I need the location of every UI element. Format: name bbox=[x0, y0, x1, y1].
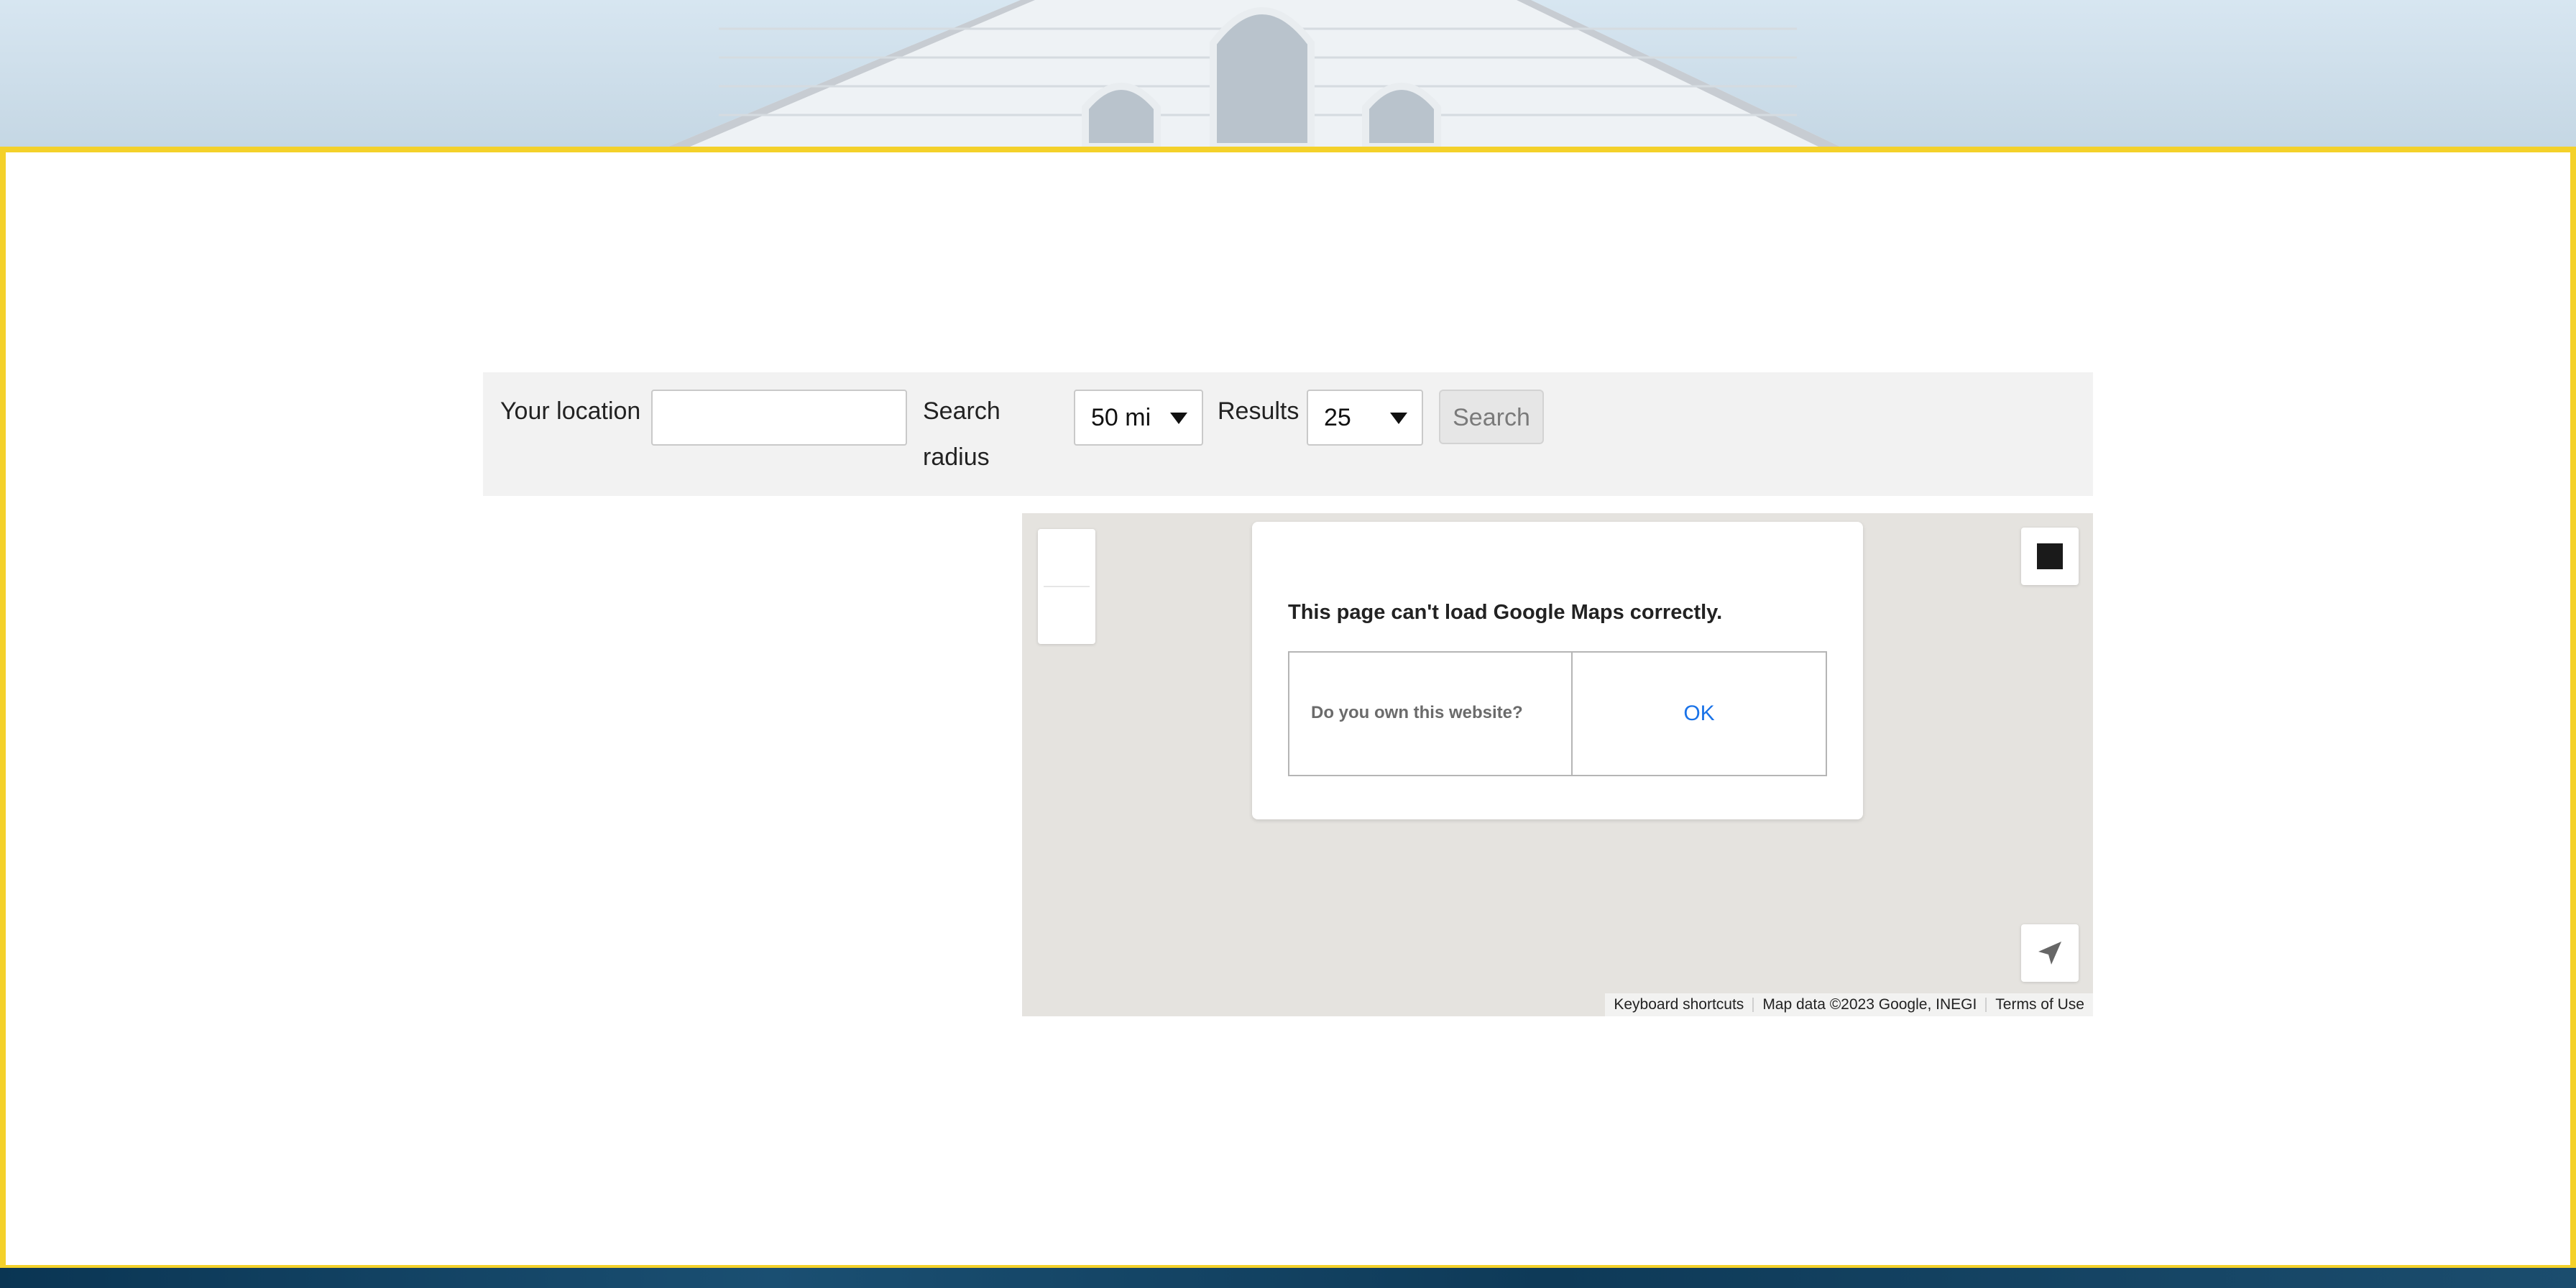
fullscreen-icon bbox=[2037, 543, 2063, 569]
keyboard-shortcuts-link[interactable]: Keyboard shortcuts bbox=[1605, 996, 1752, 1013]
ok-button[interactable]: OK bbox=[1573, 653, 1826, 775]
store-locator-search-bar: Your location Search radius 50 mi Result… bbox=[483, 372, 2093, 496]
results-label: Results bbox=[1218, 397, 1300, 425]
chevron-down-icon bbox=[1170, 413, 1187, 424]
own-website-box: Do you own this website? bbox=[1288, 651, 1573, 776]
results-select[interactable]: 25 bbox=[1307, 390, 1423, 446]
map-data-credit: Map data ©2023 Google, INEGI bbox=[1762, 996, 1977, 1013]
zoom-in-button[interactable] bbox=[1038, 529, 1095, 586]
zoom-out-button[interactable] bbox=[1038, 586, 1095, 644]
locate-arrow-icon bbox=[2038, 942, 2061, 965]
location-label: Your location bbox=[500, 397, 641, 425]
radius-select[interactable]: 50 mi bbox=[1074, 390, 1203, 446]
search-button[interactable]: Search bbox=[1439, 390, 1544, 444]
hero-image bbox=[0, 0, 2576, 147]
google-map[interactable]: This page can't load Google Maps correct… bbox=[1022, 513, 2093, 1016]
map-attribution: Keyboard shortcuts Map data ©2023 Google… bbox=[1605, 993, 2093, 1016]
house-roof-illustration bbox=[668, 0, 1840, 147]
chevron-down-icon bbox=[1390, 413, 1407, 424]
radius-label: Search radius bbox=[923, 397, 1000, 471]
terms-of-use-link[interactable]: Terms of Use bbox=[1987, 996, 2093, 1013]
own-website-link[interactable]: Do you own this website? bbox=[1311, 703, 1523, 723]
footer-image-strip bbox=[0, 1268, 2576, 1288]
radius-value: 50 mi bbox=[1091, 404, 1151, 431]
ok-box: OK bbox=[1571, 651, 1827, 776]
location-input[interactable] bbox=[651, 390, 907, 446]
fullscreen-button[interactable] bbox=[2021, 528, 2079, 585]
map-error-dialog: This page can't load Google Maps correct… bbox=[1252, 522, 1863, 819]
map-error-message: This page can't load Google Maps correct… bbox=[1288, 601, 1723, 624]
my-location-button[interactable] bbox=[2021, 924, 2079, 982]
results-value: 25 bbox=[1324, 404, 1351, 431]
zoom-control bbox=[1038, 529, 1095, 644]
